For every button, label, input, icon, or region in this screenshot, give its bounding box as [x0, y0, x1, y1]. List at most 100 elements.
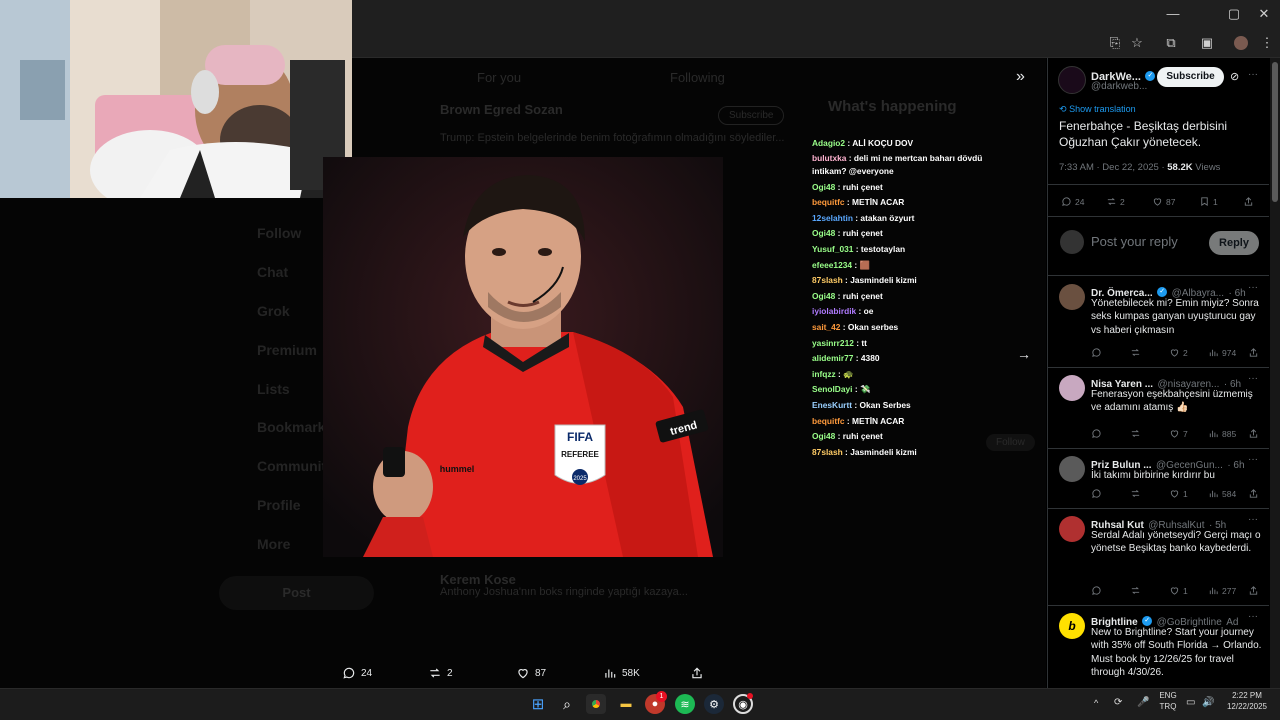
file-explorer-icon[interactable]: ▬: [616, 694, 636, 714]
split-view-icon[interactable]: ▣: [1196, 33, 1218, 53]
search-icon[interactable]: ⌕: [557, 694, 577, 714]
collapse-panel-icon[interactable]: »: [1016, 68, 1025, 86]
reply-repost-action[interactable]: [1130, 347, 1141, 358]
media-views-button[interactable]: 58K: [603, 664, 640, 682]
share-action[interactable]: [1243, 196, 1254, 207]
tray-overflow-icon[interactable]: ^: [1094, 698, 1098, 709]
install-app-icon[interactable]: ⎘: [1104, 33, 1126, 53]
reply-text: İki takımı birbirine kırdırır bu: [1091, 470, 1215, 481]
maximize-button[interactable]: ▢: [1220, 4, 1248, 24]
reply-like-action[interactable]: 7: [1169, 428, 1188, 439]
reply-reply-action[interactable]: [1091, 428, 1102, 439]
reply-item[interactable]: Ruhsal Kut @RuhsalKut · 5h ··· Serdal Adal…: [1048, 508, 1269, 606]
heart-icon: [1170, 490, 1179, 498]
profile-avatar-icon[interactable]: [1230, 33, 1252, 53]
reply-reply-action[interactable]: [1091, 347, 1102, 358]
reply-item[interactable]: b Brightline ✓ @GoBrightline Ad ··· New to …: [1048, 605, 1269, 688]
bookmark-action[interactable]: 1: [1199, 196, 1218, 207]
chat-username: efeee1234: [812, 259, 853, 270]
reply-views-action[interactable]: 584: [1208, 488, 1236, 499]
author-avatar[interactable]: [1058, 66, 1086, 94]
tweet-media-image[interactable]: FIFA REFEREE 2025 trend hummel: [323, 157, 723, 557]
next-image-arrow-icon[interactable]: →: [1017, 346, 1031, 362]
reply-share-action[interactable]: [1248, 585, 1259, 596]
chat-message: bequitfc : METİN ACAR: [812, 195, 1002, 211]
language-indicator[interactable]: ENG TRQ: [1156, 690, 1180, 712]
reply-avatar[interactable]: [1059, 516, 1085, 542]
reply-views-action[interactable]: 974: [1208, 347, 1236, 358]
reply-more-icon[interactable]: ···: [1248, 454, 1258, 465]
reply-item[interactable]: Dr. Ömerca... ✓ @Albayra... · 6h ··· Yönet…: [1048, 276, 1269, 368]
reply-repost-action[interactable]: [1130, 488, 1141, 499]
reply-views-action[interactable]: 277: [1208, 585, 1236, 596]
reply-share-action[interactable]: [1248, 428, 1259, 439]
more-options-icon[interactable]: ···: [1248, 69, 1258, 80]
reply-like-action[interactable]: 1: [1169, 585, 1188, 596]
show-translation-link[interactable]: ⟲ Show translation: [1059, 104, 1136, 115]
reply-more-icon[interactable]: ···: [1248, 373, 1258, 384]
steam-icon[interactable]: ⚙: [704, 694, 724, 714]
like-action[interactable]: 87: [1152, 196, 1175, 207]
media-like-button[interactable]: 87: [516, 664, 546, 682]
reply-icon: [1092, 489, 1101, 498]
display-icon[interactable]: ▭: [1186, 697, 1195, 708]
reply-item[interactable]: Nisa Yaren ... @nisayaren... · 6h ··· Fene…: [1048, 367, 1269, 449]
windows-start-icon[interactable]: ⊞: [528, 694, 548, 714]
reply-reply-action[interactable]: [1091, 488, 1102, 499]
extensions-icon[interactable]: ⧉: [1160, 33, 1182, 53]
menu-icon[interactable]: ⋮: [1256, 33, 1278, 53]
chat-username: sait_42: [812, 321, 841, 332]
tweet-timestamp[interactable]: 7:33 AM · Dec 22, 2025 ·: [1059, 162, 1167, 173]
reply-action[interactable]: 24: [1061, 196, 1084, 207]
media-reply-button[interactable]: 24: [342, 664, 372, 682]
reply-reply-action[interactable]: [1091, 585, 1102, 596]
reply-views-count: 277: [1222, 585, 1237, 596]
repost-action[interactable]: 2: [1106, 196, 1125, 207]
reply-item[interactable]: Priz Bulun ... @GecenGun... · 6h ··· İki t…: [1048, 448, 1269, 509]
chrome-icon[interactable]: [586, 694, 606, 714]
bookmark-star-icon[interactable]: ☆: [1126, 33, 1148, 53]
reply-more-icon[interactable]: ···: [1248, 282, 1258, 293]
reply-views-action[interactable]: 885: [1208, 428, 1236, 439]
chat-username: Adagio2: [812, 138, 846, 148]
chat-text: ALİ KOÇU DOV: [852, 138, 914, 148]
scrollbar-thumb[interactable]: [1272, 62, 1278, 202]
reply-button[interactable]: Reply: [1209, 231, 1259, 255]
heart-icon: [518, 669, 528, 679]
reply-like-action[interactable]: 1: [1169, 488, 1188, 499]
reply-avatar[interactable]: [1059, 456, 1085, 482]
media-repost-button[interactable]: 2: [428, 664, 453, 682]
verified-badge-icon: ✓: [1142, 615, 1153, 626]
bg-tweet-author-2: Kerem Kose: [440, 572, 516, 587]
heart-icon: [1170, 349, 1179, 357]
clock[interactable]: 2:22 PM 12/22/2025: [1222, 690, 1272, 712]
reply-avatar[interactable]: [1059, 284, 1085, 310]
volume-icon[interactable]: 🔊: [1202, 697, 1214, 708]
reply-more-icon[interactable]: ···: [1248, 611, 1258, 622]
repost-icon: [1131, 586, 1140, 595]
chat-separator: :: [852, 259, 860, 270]
media-share-button[interactable]: [690, 664, 704, 682]
reply-avatar[interactable]: b: [1059, 613, 1085, 639]
chat-text: tt: [861, 337, 867, 348]
minimize-button[interactable]: —: [1159, 4, 1187, 24]
chat-separator: :: [835, 290, 843, 301]
badge-referee: REFEREE: [561, 450, 599, 459]
spotify-icon[interactable]: ≋: [675, 694, 695, 714]
reply-share-action[interactable]: [1248, 488, 1259, 499]
reply-like-action[interactable]: 2: [1169, 347, 1188, 358]
microphone-icon[interactable]: 🎤: [1137, 697, 1149, 708]
reply-avatar[interactable]: [1059, 375, 1085, 401]
chat-username: bequitfc: [812, 415, 845, 426]
chat-text: ruhi çenet: [842, 290, 883, 301]
reply-share-action[interactable]: [1248, 347, 1259, 358]
author-handle[interactable]: @darkweb...: [1091, 81, 1147, 92]
reply-input[interactable]: Post your reply: [1091, 234, 1178, 249]
reply-repost-action[interactable]: [1130, 585, 1141, 596]
reply-repost-action[interactable]: [1130, 428, 1141, 439]
sync-icon[interactable]: ⟳: [1114, 697, 1122, 708]
reply-more-icon[interactable]: ···: [1248, 514, 1258, 525]
grok-icon[interactable]: ⊘: [1230, 70, 1239, 83]
close-button[interactable]: ✕: [1250, 4, 1278, 24]
subscribe-button[interactable]: Subscribe: [1157, 67, 1224, 87]
